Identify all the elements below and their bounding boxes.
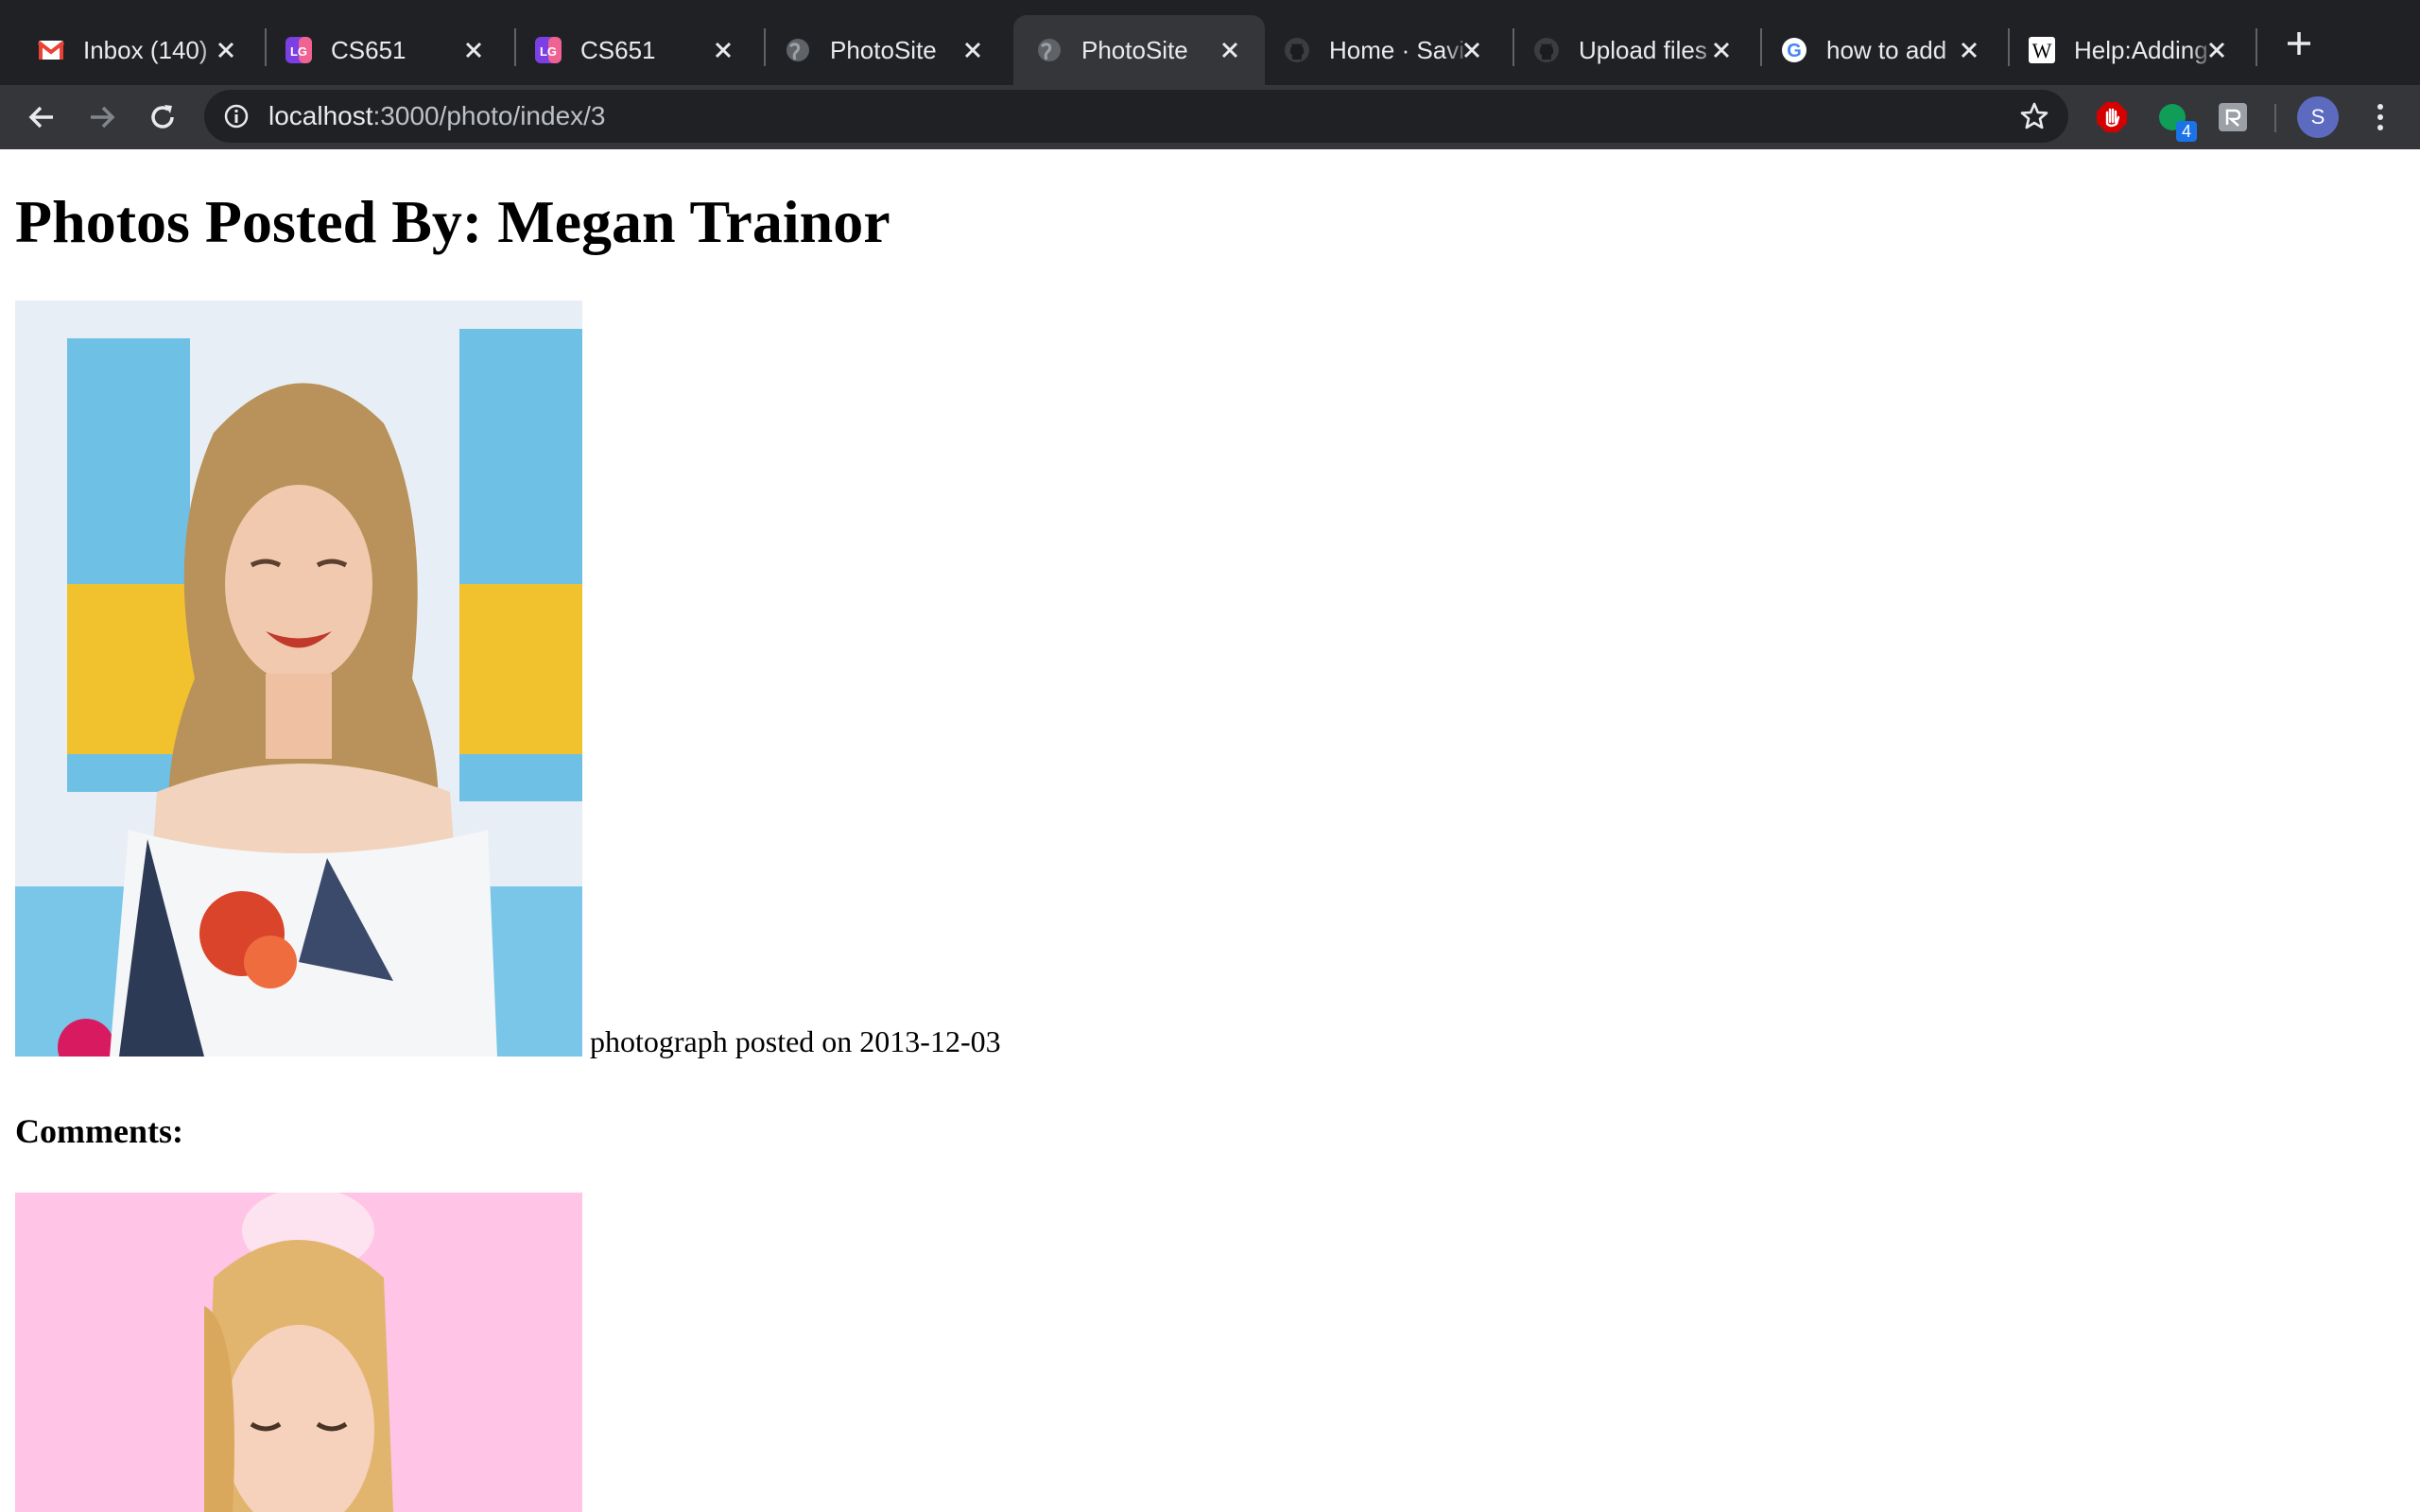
- stop-hand-icon: [2097, 102, 2127, 132]
- svg-text:LG: LG: [540, 44, 557, 59]
- arrow-right-icon: [91, 106, 115, 129]
- profile-avatar[interactable]: S: [2297, 96, 2339, 138]
- close-icon[interactable]: [1218, 38, 1242, 62]
- tab-strip: Inbox (140) LG CS651 LG CS651 PhotoSite …: [0, 0, 2420, 85]
- plus-icon: [2288, 32, 2310, 55]
- extension-badge: 4: [2175, 121, 2197, 142]
- reload-button[interactable]: [140, 94, 185, 140]
- tab-wikipedia[interactable]: W Help:Adding: [1991, 15, 2252, 85]
- tab-title: Home · Savi: [1329, 35, 1471, 65]
- close-icon[interactable]: [1957, 38, 1981, 62]
- close-icon[interactable]: [960, 38, 985, 62]
- svg-text:W: W: [2032, 39, 2052, 62]
- comment-photo-image: [15, 1193, 582, 1512]
- wikipedia-icon: W: [2029, 37, 2055, 63]
- toolbar-separator: [2274, 104, 2276, 132]
- tab-separator: [2256, 28, 2257, 66]
- close-icon[interactable]: [461, 38, 486, 62]
- tab-title: Help:Adding: [2074, 35, 2216, 65]
- photo-image: [15, 301, 582, 1057]
- tab-title: CS651: [331, 35, 473, 65]
- tab-title: CS651: [580, 35, 722, 65]
- tab-cs651-2[interactable]: LG CS651: [497, 15, 758, 85]
- gmail-icon: [38, 37, 64, 63]
- url-text: localhost:3000/photo/index/3: [268, 101, 606, 131]
- tab-photosite-active[interactable]: PhotoSite: [1013, 15, 1265, 85]
- browser-toolbar: localhost:3000/photo/index/3 4 S: [0, 85, 2420, 149]
- tab-title: Upload files: [1579, 35, 1720, 65]
- globe-icon: [785, 37, 811, 63]
- reload-icon: [151, 105, 174, 129]
- bookmark-star-icon[interactable]: [2019, 101, 2049, 131]
- close-icon[interactable]: [1460, 38, 1484, 62]
- github-icon: [1533, 37, 1560, 63]
- kebab-menu-icon[interactable]: [2363, 96, 2397, 138]
- url-path: :3000/photo/index/3: [372, 101, 606, 130]
- tab-cs651-1[interactable]: LG CS651: [248, 15, 509, 85]
- puzzle-extension-icon: [2219, 103, 2247, 131]
- tab-inbox[interactable]: Inbox (140): [0, 15, 261, 85]
- svg-text:G: G: [1787, 41, 1802, 61]
- forward-button[interactable]: [79, 94, 125, 140]
- grammarly-extension[interactable]: 4: [2155, 100, 2197, 142]
- github-icon: [1284, 37, 1310, 63]
- adblock-extension[interactable]: [2095, 100, 2129, 134]
- close-icon[interactable]: [1709, 38, 1734, 62]
- tab-title: how to add: [1826, 35, 1968, 65]
- tab-github-home[interactable]: Home · Savi: [1246, 15, 1507, 85]
- comments-heading: Comments:: [15, 1112, 183, 1150]
- tab-title: Inbox (140): [83, 35, 225, 65]
- lg-icon: LG: [285, 37, 312, 63]
- grey-extension[interactable]: [2216, 100, 2250, 134]
- new-tab-button[interactable]: [2280, 25, 2318, 62]
- tab-title: PhotoSite: [830, 35, 972, 65]
- address-bar[interactable]: localhost:3000/photo/index/3: [204, 90, 2068, 143]
- back-button[interactable]: [19, 94, 64, 140]
- tab-google-search[interactable]: G how to add: [1743, 15, 2004, 85]
- page-content: Photos Posted By: Megan Trainor photogra…: [0, 149, 2420, 1512]
- google-icon: G: [1781, 37, 1807, 63]
- svg-text:LG: LG: [290, 44, 307, 59]
- arrow-left-icon: [28, 106, 53, 129]
- photo-caption: photograph posted on 2013-12-03: [590, 1024, 1001, 1058]
- close-icon[interactable]: [214, 38, 238, 62]
- close-icon[interactable]: [711, 38, 735, 62]
- page-heading: Photos Posted By: Megan Trainor: [15, 188, 890, 255]
- tab-photosite-1[interactable]: PhotoSite: [747, 15, 1008, 85]
- tab-title: PhotoSite: [1081, 35, 1223, 65]
- lg-icon: LG: [535, 37, 562, 63]
- close-icon[interactable]: [2204, 38, 2229, 62]
- globe-icon: [1036, 37, 1063, 63]
- info-icon[interactable]: [223, 103, 250, 129]
- url-host: localhost: [268, 101, 373, 130]
- tab-github-upload[interactable]: Upload files: [1495, 15, 1756, 85]
